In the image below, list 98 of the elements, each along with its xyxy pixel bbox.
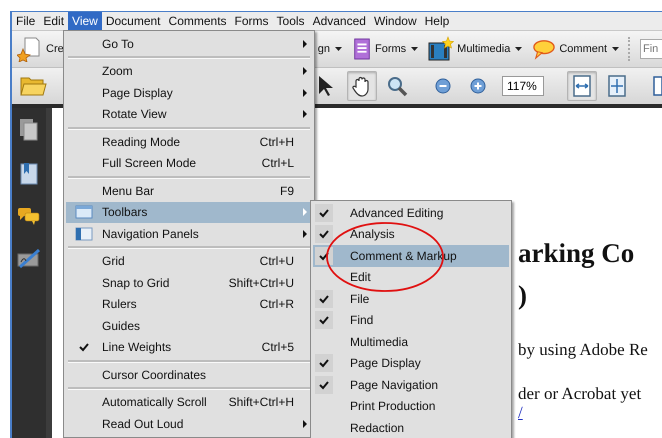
- menu-item[interactable]: Cursor Coordinates: [66, 364, 312, 386]
- menu-bar-item[interactable]: View: [68, 12, 102, 30]
- shortcut-text: Ctrl+L: [262, 156, 295, 170]
- menu-item-label: Redaction: [350, 420, 404, 435]
- speech-bubble-icon: [532, 38, 556, 60]
- menu-item[interactable]: Page Navigation: [313, 374, 509, 396]
- shortcut-text: Ctrl+H: [260, 134, 295, 149]
- document-link[interactable]: /: [518, 404, 523, 422]
- caret-icon: [411, 47, 418, 51]
- menu-item-label: Page Display: [350, 356, 421, 370]
- bookmark-icon[interactable]: [19, 162, 39, 186]
- menu-bar-item[interactable]: Comments: [164, 12, 231, 30]
- film-icon: [428, 36, 454, 62]
- body-text: by using Adobe Re: [518, 340, 649, 360]
- menu-item[interactable]: Toolbars: [66, 202, 312, 223]
- menu-item[interactable]: Advanced Editing: [313, 202, 509, 224]
- panel-icon: [75, 226, 93, 241]
- magnifier-icon: [385, 74, 409, 98]
- menu-item[interactable]: Rotate View: [66, 104, 312, 125]
- shortcut-text: Ctrl+R: [260, 297, 295, 312]
- menu-item-label: Reading Mode: [102, 134, 180, 149]
- menu-item[interactable]: Go To: [66, 33, 312, 54]
- menu-item-label: Full Screen Mode: [102, 156, 196, 170]
- menu-item-label: Page Navigation: [350, 378, 438, 392]
- menu-item-label: Analysis: [350, 227, 395, 242]
- menu-item-label: Read Out Loud: [102, 416, 184, 431]
- shortcut-text: Ctrl+5: [262, 340, 295, 354]
- shortcut-text: Shift+Ctrl+U: [228, 276, 295, 290]
- menu-item[interactable]: Print Production: [313, 396, 509, 417]
- menu-item-label: Print Production: [350, 399, 436, 414]
- hand-tool[interactable]: [347, 71, 377, 101]
- menu-item[interactable]: Menu Bar F9: [66, 180, 312, 202]
- menu-item[interactable]: Redaction: [313, 417, 509, 438]
- menu-bar-item[interactable]: Help: [420, 12, 454, 30]
- menu-item-label: Line Weights: [102, 340, 172, 354]
- menu-item-label: Cursor Coordinates: [102, 368, 206, 382]
- menu-bar-item[interactable]: Edit: [39, 12, 68, 30]
- find-field[interactable]: Fin: [640, 39, 662, 59]
- menu-bar-item[interactable]: Window: [370, 12, 421, 30]
- menu-item[interactable]: Grid Ctrl+U: [66, 250, 312, 272]
- menu-item-label: Grid: [102, 254, 125, 268]
- menu-item[interactable]: Edit: [313, 266, 509, 288]
- caret-icon: [334, 47, 342, 51]
- form-icon: [352, 37, 372, 61]
- menu-item[interactable]: Find: [313, 310, 509, 331]
- menu-bar-item[interactable]: Advanced: [308, 12, 370, 30]
- heading-line: arking Co: [518, 237, 634, 270]
- menu-item-label: Edit: [350, 270, 371, 284]
- menu-item-label: File: [350, 292, 370, 306]
- menu-item[interactable]: Zoom: [66, 60, 312, 82]
- caret-icon: [612, 47, 620, 51]
- sign-button[interactable]: gn: [316, 41, 343, 57]
- shortcut-text: Shift+Ctrl+H: [228, 395, 295, 410]
- zoom-field[interactable]: 117%: [502, 76, 544, 96]
- menu-item-label: Snap to Grid: [102, 276, 170, 290]
- create-button[interactable]: Cre: [16, 34, 65, 64]
- menu-item[interactable]: Analysis: [313, 224, 509, 245]
- comment-button[interactable]: Comment: [531, 36, 620, 62]
- menu-item-label: Zoom: [102, 64, 133, 78]
- menu-item[interactable]: Line Weights Ctrl+5: [66, 336, 312, 358]
- fit-width-button[interactable]: [567, 71, 597, 101]
- menu-item[interactable]: Multimedia: [313, 331, 509, 352]
- multimedia-button[interactable]: Multimedia: [427, 34, 524, 64]
- pages-icon[interactable]: [19, 118, 39, 142]
- menu-item-label: Multimedia: [350, 334, 408, 349]
- menu-bar-item[interactable]: File: [12, 12, 40, 30]
- menu-item-label: Automatically Scroll: [102, 395, 207, 410]
- menu-item-label: Menu Bar: [102, 184, 154, 198]
- menu-item[interactable]: Page Display: [313, 352, 509, 374]
- menu-bar-item[interactable]: Forms: [230, 12, 273, 30]
- menu-item[interactable]: Full Screen Mode Ctrl+L: [66, 152, 312, 174]
- window-icon: [75, 205, 93, 220]
- menu-item[interactable]: Navigation Panels: [66, 223, 312, 244]
- menu-item-label: Go To: [102, 36, 134, 51]
- forms-button[interactable]: Forms: [350, 35, 420, 63]
- menu-item[interactable]: Guides: [66, 315, 312, 336]
- menu-item-label: Navigation Panels: [102, 226, 199, 241]
- menu-bar-item[interactable]: Document: [102, 12, 165, 30]
- menu-item-label: Advanced Editing: [350, 206, 444, 220]
- shortcut-text: F9: [280, 184, 295, 198]
- menu-item-label: Rulers: [102, 297, 137, 312]
- menu-item-label: Find: [350, 313, 374, 328]
- menu-item-label: Toolbars: [102, 205, 148, 220]
- menu-item-label: Guides: [102, 318, 140, 333]
- signature-icon[interactable]: [17, 248, 41, 270]
- menu-item-label: Rotate View: [102, 107, 166, 122]
- menu-item[interactable]: Automatically Scroll Shift+Ctrl+H: [66, 392, 312, 413]
- menu-item[interactable]: Page Display: [66, 82, 312, 104]
- heading-line: ): [518, 279, 527, 312]
- caret-icon: [515, 47, 522, 51]
- shortcut-text: Ctrl+U: [260, 254, 295, 268]
- menu-item-label: Page Display: [102, 86, 173, 100]
- menu-item[interactable]: Reading Mode Ctrl+H: [66, 131, 312, 152]
- body-text: der or Acrobat yet: [518, 384, 642, 404]
- menu-item[interactable]: Rulers Ctrl+R: [66, 294, 312, 315]
- menu-item[interactable]: Read Out Loud: [66, 413, 312, 434]
- menu-item[interactable]: Snap to Grid Shift+Ctrl+U: [66, 272, 312, 294]
- menu-bar-item[interactable]: Tools: [272, 12, 309, 30]
